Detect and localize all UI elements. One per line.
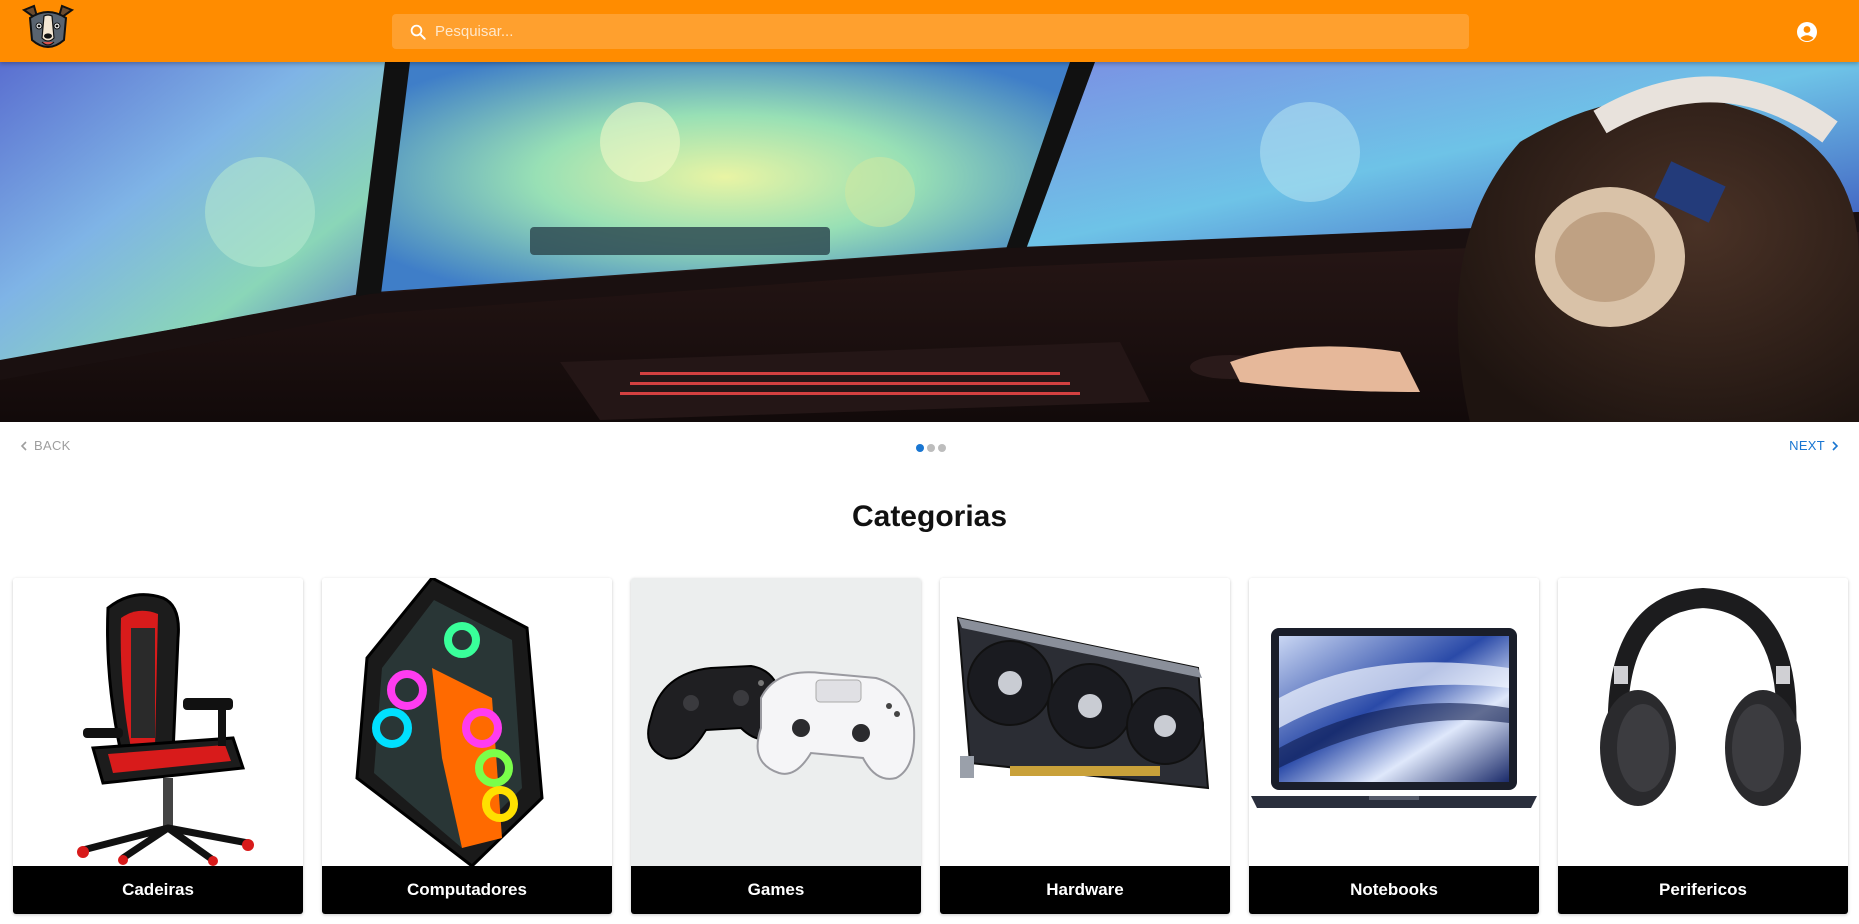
category-label: Notebooks [1249,866,1539,914]
search-icon [407,21,429,43]
search-input[interactable] [435,14,1469,49]
category-label: Perifericos [1558,866,1848,914]
back-label: Back [34,438,71,453]
category-label: Hardware [940,866,1230,914]
chevron-left-icon [20,440,27,451]
category-card-notebooks[interactable]: Notebooks [1249,578,1539,914]
category-card-cadeiras[interactable]: Cadeiras [13,578,303,914]
next-label: Next [1789,438,1825,453]
game-controllers-image [631,578,921,866]
pc-case-image [322,578,612,866]
category-card-perifericos[interactable]: Perifericos [1558,578,1848,914]
carousel-dot-1[interactable] [916,444,924,452]
headphones-image [1558,578,1848,866]
carousel-stepper: Back Next [0,432,1859,462]
category-card-hardware[interactable]: Hardware [940,578,1230,914]
category-card-games[interactable]: Games [631,578,921,914]
category-label: Computadores [322,866,612,914]
chevron-right-icon [1832,440,1839,451]
category-card-computadores[interactable]: Computadores [322,578,612,914]
laptop-image [1249,578,1539,866]
gaming-chair-image [13,578,303,866]
carousel-dot-3[interactable] [938,444,946,452]
graphics-card-image [940,578,1230,866]
account-circle-icon[interactable] [1795,20,1819,44]
app-bar [0,0,1859,62]
category-label: Cadeiras [13,866,303,914]
dog-logo-icon[interactable] [18,4,78,56]
hero-carousel-image [0,62,1859,422]
carousel-dot-2[interactable] [927,444,935,452]
search-bar[interactable] [392,14,1469,49]
categories-title: Categorias [851,500,1008,533]
next-button[interactable]: Next [1785,436,1845,455]
carousel-dots [916,444,946,452]
category-label: Games [631,866,921,914]
back-button[interactable]: Back [14,436,75,455]
category-cards: Cadeiras Computadores Games Hardware Not… [13,578,1859,924]
